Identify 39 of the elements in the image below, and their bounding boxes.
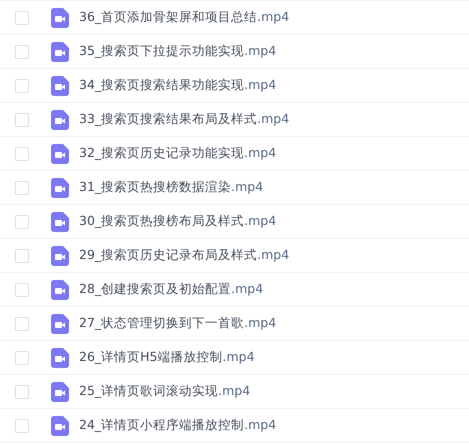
video-file-icon <box>51 416 69 436</box>
file-name[interactable]: 35_搜索页下拉提示功能实现.mp4 <box>79 43 276 60</box>
file-name[interactable]: 25_详情页歌词滚动实现.mp4 <box>79 383 250 400</box>
file-name[interactable]: 24_详情页小程序端播放控制.mp4 <box>79 417 276 434</box>
file-name[interactable]: 29_搜索页历史记录布局及样式.mp4 <box>79 247 290 264</box>
file-name[interactable]: 27_状态管理切换到下一首歌.mp4 <box>79 315 276 332</box>
file-name[interactable]: 33_搜索页搜索结果布局及样式.mp4 <box>79 111 290 128</box>
video-file-icon <box>51 314 69 334</box>
checkbox[interactable] <box>15 180 29 194</box>
video-file-icon <box>51 110 69 130</box>
file-name[interactable]: 31_搜索页热搜榜数据渲染.mp4 <box>79 179 264 196</box>
checkbox[interactable] <box>15 146 29 160</box>
checkbox[interactable] <box>15 384 29 398</box>
checkbox[interactable] <box>15 316 29 330</box>
checkbox[interactable] <box>15 282 29 296</box>
video-file-icon <box>51 144 69 164</box>
file-name[interactable]: 26_详情页H5端播放控制.mp4 <box>79 349 255 366</box>
video-file-icon <box>51 178 69 198</box>
checkbox[interactable] <box>15 214 29 228</box>
checkbox[interactable] <box>15 10 29 24</box>
video-file-icon <box>51 8 69 28</box>
video-file-icon <box>51 212 69 232</box>
video-file-icon <box>51 76 69 96</box>
video-file-icon <box>51 348 69 368</box>
video-file-icon <box>51 280 69 300</box>
checkbox[interactable] <box>15 44 29 58</box>
checkbox[interactable] <box>15 78 29 92</box>
checkbox[interactable] <box>15 418 29 432</box>
video-file-icon <box>51 382 69 402</box>
checkbox[interactable] <box>15 112 29 126</box>
file-name[interactable]: 28_创建搜索页及初始配置.mp4 <box>79 281 264 298</box>
checkbox[interactable] <box>15 248 29 262</box>
video-file-icon <box>51 42 69 62</box>
file-name[interactable]: 32_搜索页历史记录功能实现.mp4 <box>79 145 276 162</box>
file-name[interactable]: 34_搜索页搜索结果功能实现.mp4 <box>79 77 276 94</box>
file-name[interactable]: 36_首页添加骨架屏和项目总结.mp4 <box>79 9 290 26</box>
checkbox[interactable] <box>15 350 29 364</box>
video-file-icon <box>51 246 69 266</box>
file-name[interactable]: 30_搜索页热搜榜布局及样式.mp4 <box>79 213 276 230</box>
